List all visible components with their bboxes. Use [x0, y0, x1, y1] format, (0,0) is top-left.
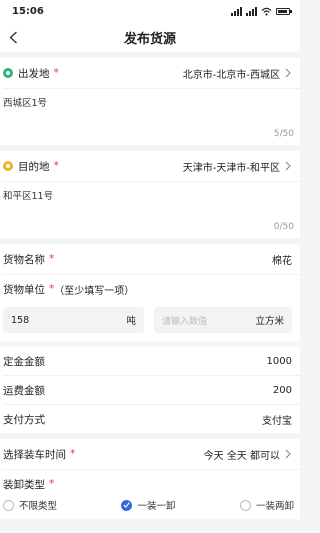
loading-type-label-text: 装卸类型 [3, 478, 45, 491]
radio-checked-icon [121, 499, 133, 511]
loading-time-label-text: 选择装车时间 [3, 448, 66, 461]
cargo-name-row[interactable]: 货物名称 * 棉花 [0, 244, 300, 274]
cargo-name-label-text: 货物名称 [3, 253, 45, 266]
loading-time-select[interactable]: 今天 全天 都可以 [204, 447, 292, 462]
volume-placeholder: 请输入数值 [162, 316, 208, 327]
destination-label-text: 目的地 [18, 160, 50, 173]
cargo-unit-label: 货物单位 * （至少填写一项） [3, 282, 134, 297]
freight-label: 运费金额 [3, 384, 45, 397]
destination-address-text: 和平区11号 [3, 191, 54, 202]
origin-label-text: 出发地 [18, 67, 50, 80]
loading-time-required-mark: * [70, 448, 76, 460]
radio-option-unlimited[interactable]: 不限类型 [3, 498, 57, 512]
destination-row[interactable]: 目的地 * 天津市-天津市-和平区 [0, 151, 300, 181]
loading-type-options: 不限类型 一装一卸 一装两卸 [0, 492, 300, 512]
cargo-name-label: 货物名称 * [3, 252, 54, 267]
battery-level [278, 9, 287, 13]
signal-icon-2 [246, 6, 257, 16]
origin-city[interactable]: 北京市-北京市-西城区 [183, 66, 292, 81]
freight-row[interactable]: 运费金额 200 [0, 376, 300, 404]
origin-city-text: 北京市-北京市-西城区 [182, 69, 280, 81]
payment-method-label: 支付方式 [3, 413, 45, 426]
chevron-right-icon [285, 68, 291, 78]
volume-unit: 立方米 [255, 316, 284, 327]
radio-circle-icon [239, 499, 251, 511]
weight-unit: 吨 [126, 316, 136, 327]
volume-input[interactable]: 请输入数值 立方米 [154, 307, 292, 333]
status-time: 15:06 [12, 5, 44, 17]
radio-label: 一装两卸 [255, 501, 294, 512]
loading-type-label: 装卸类型 * [3, 477, 54, 492]
status-bar: 15:06 [0, 0, 300, 22]
destination-required-mark: * [53, 160, 59, 172]
origin-label: 出发地 * [3, 66, 59, 81]
radio-label: 不限类型 [19, 501, 58, 512]
cargo-card: 货物名称 * 棉花 货物单位 * （至少填写一项） 158 吨 请输入数值 立方… [0, 244, 300, 341]
deposit-row[interactable]: 定金金额 1000 [0, 347, 300, 375]
cargo-unit-label-text: 货物单位 [3, 283, 45, 296]
chevron-right-icon [285, 449, 291, 459]
battery-icon [276, 7, 292, 15]
loading-type-required-mark: * [49, 478, 55, 490]
origin-card: 出发地 * 北京市-北京市-西城区 西城区1号 5/50 [0, 58, 300, 145]
loading-time-row[interactable]: 选择装车时间 * 今天 全天 都可以 [0, 439, 300, 469]
destination-address-input[interactable]: 和平区11号 [0, 182, 300, 222]
destination-dot-icon [3, 161, 13, 171]
page-title: 发布货源 [123, 31, 176, 47]
origin-address-input[interactable]: 西城区1号 [0, 89, 300, 129]
deposit-label: 定金金额 [3, 355, 45, 368]
nav-bar: 发布货源 [0, 22, 300, 52]
origin-address-text: 西城区1号 [3, 98, 48, 109]
origin-dot-icon [3, 68, 13, 78]
loading-card: 选择装车时间 * 今天 全天 都可以 装卸类型 * 不限类型 一装一卸 一装两卸 [0, 439, 300, 519]
chevron-right-icon [285, 161, 291, 171]
cargo-unit-row: 货物单位 * （至少填写一项） [0, 275, 300, 303]
deposit-input[interactable]: 1000 [267, 356, 292, 367]
weight-value: 158 [11, 314, 30, 326]
radio-circle-icon [3, 499, 14, 511]
status-icons [231, 6, 292, 16]
payment-method-value[interactable]: 支付宝 [262, 412, 292, 427]
loading-time-label: 选择装车时间 * [3, 447, 75, 462]
freight-input[interactable]: 200 [273, 385, 292, 396]
cargo-name-input[interactable]: 棉花 [272, 252, 292, 267]
radio-option-one-load-two-unload[interactable]: 一装两卸 [239, 498, 294, 512]
destination-card: 目的地 * 天津市-天津市-和平区 和平区11号 0/50 [0, 151, 300, 238]
back-icon[interactable] [4, 28, 22, 46]
payment-method-row[interactable]: 支付方式 支付宝 [0, 405, 300, 433]
loading-time-text: 今天 全天 都可以 [203, 450, 280, 462]
loading-type-row: 装卸类型 * [0, 470, 300, 492]
wifi-icon [261, 7, 272, 16]
cargo-name-required-mark: * [49, 253, 55, 265]
payment-card: 定金金额 1000 运费金额 200 支付方式 支付宝 [0, 347, 300, 433]
origin-address-counter: 5/50 [273, 129, 294, 139]
destination-city-text: 天津市-天津市-和平区 [182, 162, 280, 174]
destination-address-counter: 0/50 [273, 222, 294, 232]
cargo-unit-inputs: 158 吨 请输入数值 立方米 [0, 303, 300, 341]
radio-option-one-load-one-unload[interactable]: 一装一卸 [121, 498, 176, 512]
weight-input[interactable]: 158 吨 [3, 307, 144, 333]
origin-required-mark: * [53, 67, 59, 79]
radio-label: 一装一卸 [137, 501, 176, 512]
destination-label: 目的地 * [3, 159, 59, 174]
cargo-unit-hint: （至少填写一项） [54, 285, 135, 297]
signal-icon [231, 6, 242, 16]
destination-city[interactable]: 天津市-天津市-和平区 [183, 159, 292, 174]
origin-row[interactable]: 出发地 * 北京市-北京市-西城区 [0, 58, 300, 88]
